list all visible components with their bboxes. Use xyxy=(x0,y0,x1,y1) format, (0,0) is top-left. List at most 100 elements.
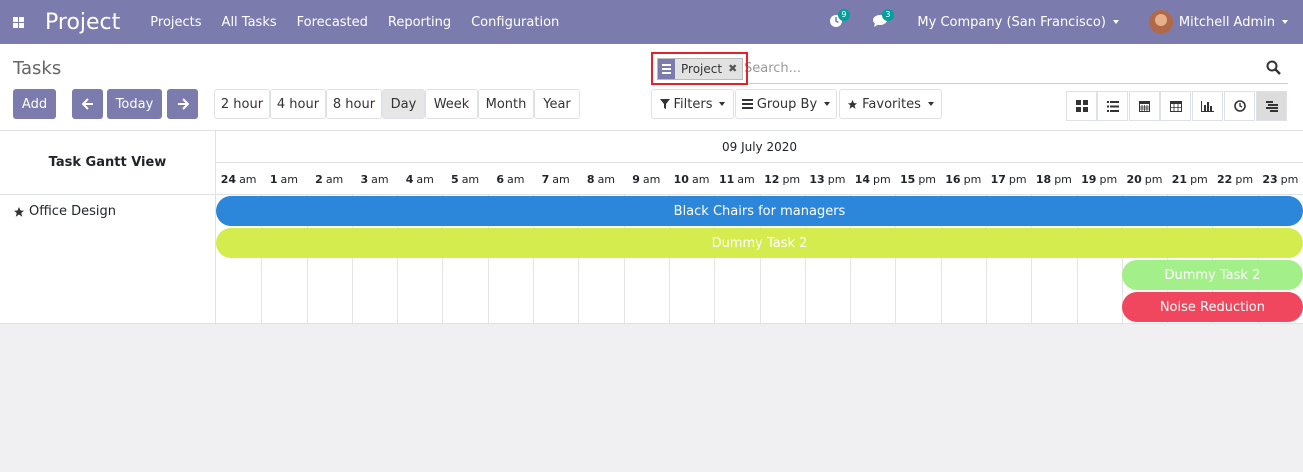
prev-button[interactable] xyxy=(72,89,103,119)
pivot-view-button[interactable] xyxy=(1160,91,1191,121)
scale-day-button[interactable]: Day xyxy=(382,89,425,119)
hour-label: 16 pm xyxy=(945,172,982,186)
hour-label: 23 pm xyxy=(1262,172,1299,186)
gantt-row-headers: Task Gantt View Office Design xyxy=(0,131,216,324)
task-bar[interactable]: Black Chairs for managers xyxy=(216,196,1303,226)
apps-menu-icon[interactable] xyxy=(0,0,36,44)
hour-label: 17 pm xyxy=(990,172,1027,186)
hour-label: 5 am xyxy=(451,172,480,186)
task-bar[interactable]: Dummy Task 2 xyxy=(216,228,1303,258)
star-icon xyxy=(14,206,24,217)
search-input[interactable]: Search... xyxy=(744,61,801,76)
control-panel: Tasks Add Today 2 hour 4 hour 8 hour Day… xyxy=(0,44,1303,131)
arrow-left-icon xyxy=(81,98,93,110)
user-menu[interactable]: Mitchell Admin xyxy=(1148,10,1288,34)
group-by-label: Group By xyxy=(756,96,818,112)
arrow-right-icon xyxy=(177,98,189,110)
menu-item-all-tasks[interactable]: All Tasks xyxy=(222,15,277,30)
filters-button[interactable]: Filters xyxy=(651,89,734,119)
hour-label: 4 am xyxy=(405,172,434,186)
company-name: My Company (San Francisco) xyxy=(917,14,1106,30)
favorites-button[interactable]: Favorites xyxy=(839,89,942,119)
kanban-icon xyxy=(1075,100,1088,112)
scale-week-button[interactable]: Week xyxy=(425,89,478,119)
breadcrumb: Tasks xyxy=(13,58,62,79)
list-view-button[interactable] xyxy=(1097,91,1128,121)
scale-month-button[interactable]: Month xyxy=(478,89,534,119)
bars-icon xyxy=(741,99,753,109)
hour-label: 22 pm xyxy=(1217,172,1254,186)
filter-icon xyxy=(659,99,670,109)
menu-item-forecasted[interactable]: Forecasted xyxy=(297,15,368,30)
activity-view-button[interactable] xyxy=(1224,91,1255,121)
scale-8-hour-button[interactable]: 8 hour xyxy=(326,89,382,119)
hour-label: 18 pm xyxy=(1035,172,1072,186)
menu-item-reporting[interactable]: Reporting xyxy=(388,15,451,30)
top-navbar: Project Projects All Tasks Forecasted Re… xyxy=(0,0,1303,44)
gantt-title: Task Gantt View xyxy=(0,131,215,195)
gantt-grid: Black Chairs for managers Dummy Task 2 Dum… xyxy=(216,195,1303,324)
scale-4-hour-button[interactable]: 4 hour xyxy=(270,89,326,119)
graph-view-button[interactable] xyxy=(1192,91,1223,121)
messages-chat-icon[interactable]: 3 xyxy=(873,9,894,30)
chevron-down-icon xyxy=(719,102,726,106)
scale-2-hour-button[interactable]: 2 hour xyxy=(214,89,270,119)
gantt-view-button[interactable] xyxy=(1256,91,1287,121)
scale-year-button[interactable]: Year xyxy=(534,89,580,119)
chevron-down-icon xyxy=(1112,20,1119,24)
hour-label: 12 pm xyxy=(764,172,801,186)
menu-item-projects[interactable]: Projects xyxy=(150,15,201,30)
calendar-view-button[interactable] xyxy=(1129,91,1160,121)
menu-item-configuration[interactable]: Configuration xyxy=(471,15,559,30)
hour-label: 10 am xyxy=(673,172,710,186)
hour-label: 20 pm xyxy=(1126,172,1163,186)
messages-badge: 3 xyxy=(882,9,894,21)
hour-label: 19 pm xyxy=(1081,172,1118,186)
next-button[interactable] xyxy=(167,89,198,119)
gantt-icon xyxy=(1265,100,1278,112)
hour-label: 1 am xyxy=(269,172,298,186)
app-title[interactable]: Project xyxy=(45,10,120,35)
activity-badge: 9 xyxy=(838,9,850,21)
list-icon xyxy=(1106,100,1119,112)
star-icon xyxy=(848,99,858,109)
hour-label: 6 am xyxy=(496,172,525,186)
gantt-row-office-design[interactable]: Office Design xyxy=(13,204,116,219)
chevron-down-icon xyxy=(824,102,831,106)
today-button[interactable]: Today xyxy=(107,89,162,119)
add-button[interactable]: Add xyxy=(13,89,56,119)
activity-clock-icon[interactable]: 9 xyxy=(829,9,850,30)
gantt-date-header: 09 July 2020 xyxy=(216,131,1303,163)
hour-label: 7 am xyxy=(541,172,570,186)
search-icon[interactable] xyxy=(1266,60,1282,76)
hour-label: 15 pm xyxy=(900,172,937,186)
hour-label: 11 am xyxy=(718,172,755,186)
hour-label: 2 am xyxy=(315,172,344,186)
navbar-right: 9 3 My Company (San Francisco) Mitchell … xyxy=(829,0,1303,44)
filters-label: Filters xyxy=(673,96,713,112)
kanban-view-button[interactable] xyxy=(1066,91,1097,121)
task-bar[interactable]: Dummy Task 2 xyxy=(1121,260,1303,290)
highlight-box xyxy=(651,52,748,85)
hour-label: 14 pm xyxy=(854,172,891,186)
avatar xyxy=(1148,10,1173,34)
row-label: Office Design xyxy=(29,204,116,219)
main-menu: Projects All Tasks Forecasted Reporting … xyxy=(150,15,579,30)
group-by-button[interactable]: Group By xyxy=(735,89,837,119)
calendar-icon xyxy=(1139,101,1150,112)
chevron-down-icon xyxy=(1282,20,1288,24)
chevron-down-icon xyxy=(927,102,934,106)
hour-label: 24 am xyxy=(220,172,257,186)
hour-label: 3 am xyxy=(360,172,389,186)
hour-label: 8 am xyxy=(586,172,616,186)
bar-chart-icon xyxy=(1201,100,1214,112)
hour-label: 9 am xyxy=(632,172,661,186)
user-name: Mitchell Admin xyxy=(1178,14,1275,30)
task-bar[interactable]: Noise Reduction xyxy=(1121,292,1303,322)
table-icon xyxy=(1169,100,1182,112)
hour-label: 13 pm xyxy=(809,172,846,186)
favorites-label: Favorites xyxy=(862,96,921,112)
company-switcher[interactable]: My Company (San Francisco) xyxy=(917,14,1119,30)
gantt-hours-header: 24 am 1 am 2 am 3 am 4 am 5 am 6 am 7 am 8 am 9 am 10 am 11 am 1… xyxy=(216,163,1303,195)
gantt-view: Task Gantt View Office Design 09 July 20… xyxy=(0,131,1303,324)
